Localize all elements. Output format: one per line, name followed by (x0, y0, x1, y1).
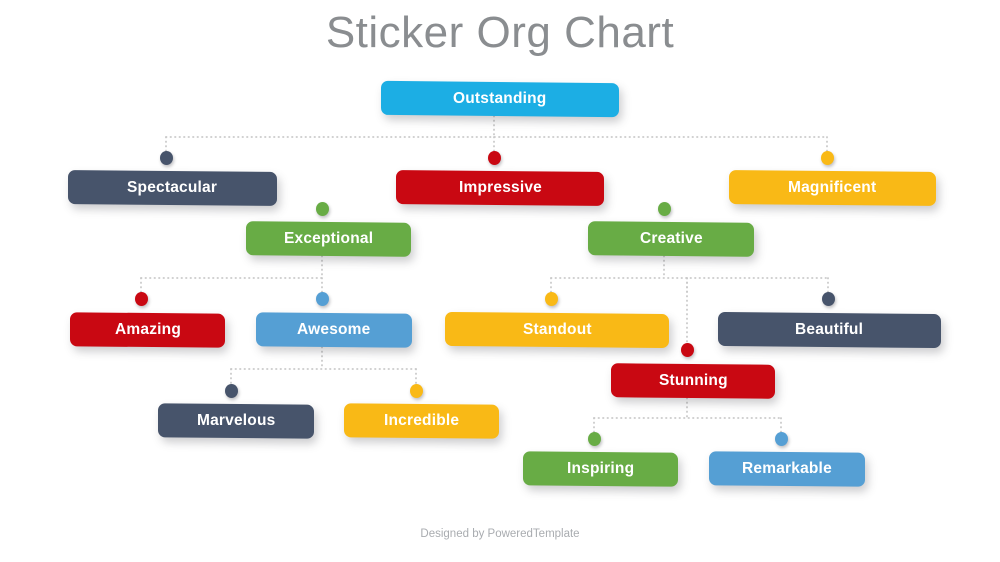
pin-dot-magnificent (820, 151, 834, 165)
node-label-creative: Creative (639, 230, 703, 247)
node-label-spectacular: Spectacular (127, 178, 218, 196)
node-beautiful[interactable]: Beautiful (718, 311, 941, 349)
node-label-beautiful: Beautiful (795, 320, 864, 338)
node-awesome[interactable]: Awesome (256, 312, 412, 348)
node-outstanding[interactable]: Outstanding (381, 80, 619, 118)
node-label-impressive: Impressive (458, 179, 542, 196)
node-label-inspiring: Inspiring (566, 460, 635, 477)
node-label-magnificent: Magnificent (788, 178, 877, 196)
node-remarkable[interactable]: Remarkable (709, 451, 865, 487)
node-label-standout: Standout (522, 320, 592, 338)
pin-dot-creative (657, 202, 671, 216)
pin-dot-standout (544, 292, 558, 306)
node-creative[interactable]: Creative (588, 221, 754, 257)
node-label-incredible: Incredible (383, 412, 460, 429)
node-standout[interactable]: Standout (445, 311, 669, 349)
org-chart-canvas: Sticker Org Chart Outstanding Spectacular… (0, 0, 1000, 562)
pin-dot-awesome (315, 292, 329, 306)
node-exceptional[interactable]: Exceptional (246, 221, 411, 257)
pin-dot-beautiful (821, 292, 835, 306)
pin-dot-remarkable (774, 432, 788, 446)
pin-dot-exceptional (315, 202, 329, 216)
pin-dot-spectacular (159, 151, 173, 165)
pin-dot-amazing (134, 292, 148, 306)
node-label-amazing: Amazing (114, 321, 181, 338)
node-label-marvelous: Marvelous (196, 412, 276, 429)
node-spectacular[interactable]: Spectacular (68, 169, 277, 207)
node-label-exceptional: Exceptional (283, 229, 374, 247)
node-impressive[interactable]: Impressive (396, 170, 604, 206)
node-label-remarkable: Remarkable (742, 459, 832, 477)
node-label-outstanding: Outstanding (453, 90, 547, 107)
node-magnificent[interactable]: Magnificent (729, 170, 936, 206)
page-title: Sticker Org Chart (325, 8, 675, 57)
node-label-stunning: Stunning (658, 372, 728, 389)
node-inspiring[interactable]: Inspiring (523, 451, 678, 487)
pin-dot-incredible (409, 384, 423, 398)
pin-dot-impressive (487, 151, 501, 165)
node-stunning[interactable]: Stunning (611, 363, 775, 399)
node-incredible[interactable]: Incredible (344, 403, 499, 439)
pin-dot-marvelous (224, 384, 238, 398)
node-amazing[interactable]: Amazing (70, 312, 225, 348)
pin-dot-inspiring (587, 432, 601, 446)
node-label-awesome: Awesome (297, 320, 371, 338)
node-marvelous[interactable]: Marvelous (158, 403, 314, 439)
pin-dot-stunning (680, 343, 694, 357)
footer-credit: Designed by PoweredTemplate (420, 528, 580, 540)
